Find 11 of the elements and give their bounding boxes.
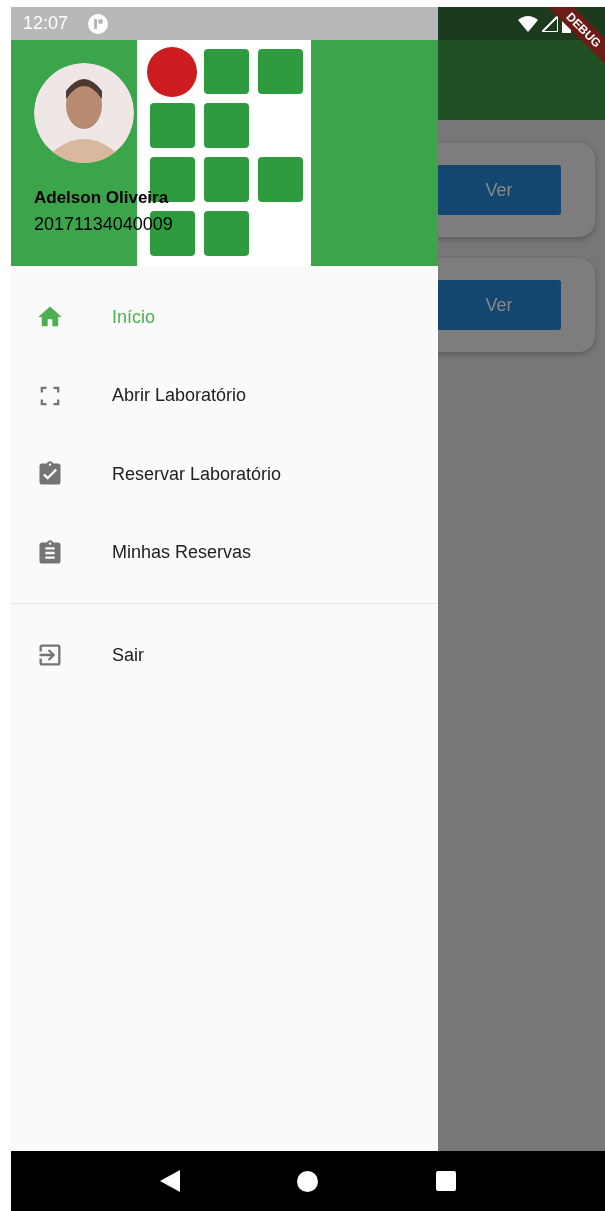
back-icon[interactable]: [159, 1170, 180, 1192]
clock-time: 12:07: [23, 13, 69, 34]
drawer-menu-item[interactable]: Minhas Reservas: [11, 513, 438, 592]
recents-square-icon[interactable]: [436, 1171, 457, 1191]
home-circle-icon[interactable]: [297, 1170, 319, 1192]
drawer-menu-item[interactable]: Abrir Laboratório: [11, 356, 438, 435]
wifi-icon: [518, 15, 538, 32]
notification-app-icon: [88, 13, 109, 34]
drawer-menu-item[interactable]: Sair: [11, 615, 438, 695]
drawer-menu-item[interactable]: Reservar Laboratório: [11, 435, 438, 514]
signal-icon: [542, 15, 558, 32]
